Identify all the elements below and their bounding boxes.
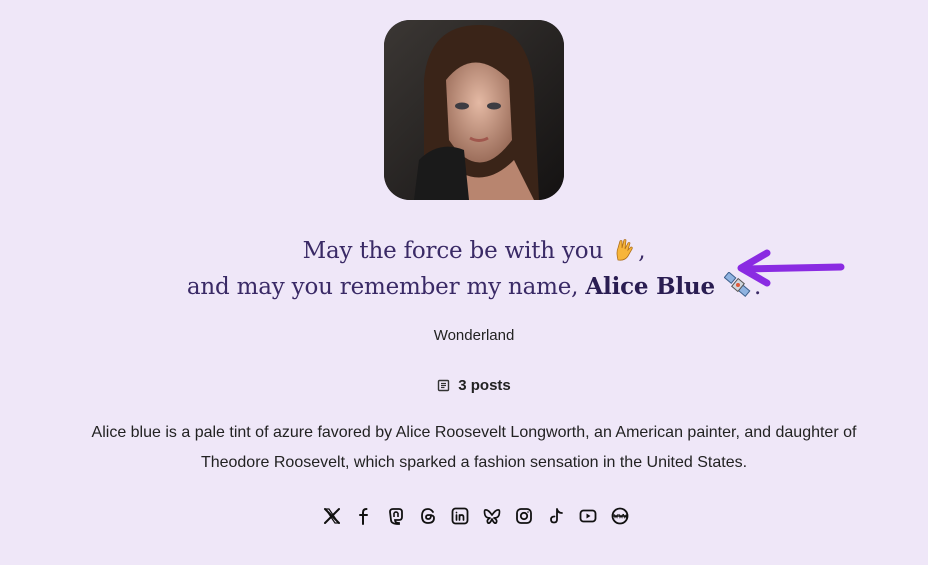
tagline-line2-prefix: and may you remember my name, — [186, 274, 579, 300]
linkedin-icon — [451, 507, 469, 525]
x-link[interactable] — [322, 506, 342, 526]
vulcan-salute-icon — [616, 239, 633, 261]
profile-location: Wonderland — [433, 327, 515, 344]
bluesky-icon — [483, 509, 501, 525]
document-icon — [438, 379, 450, 392]
linkedin-link[interactable] — [450, 506, 470, 526]
website-icon — [611, 507, 629, 525]
youtube-link[interactable] — [578, 506, 598, 526]
bluesky-link[interactable] — [482, 506, 502, 526]
profile-name: Alice Blue — [585, 273, 715, 300]
instagram-link[interactable] — [514, 506, 534, 526]
social-links — [0, 506, 928, 526]
x-icon — [324, 508, 340, 524]
facebook-icon — [359, 508, 368, 525]
profile-bio: Alice blue is a pale tint of azure favor… — [40, 418, 908, 478]
instagram-icon — [516, 508, 532, 524]
mastodon-link[interactable] — [386, 506, 406, 526]
bio-line-1: Alice blue is a pale tint of azure favor… — [91, 424, 857, 441]
mastodon-icon — [389, 508, 403, 525]
posts-count-label: 3 posts — [458, 377, 511, 394]
pointer-arrow-icon — [737, 249, 845, 287]
avatar-photo — [384, 20, 564, 200]
threads-link[interactable] — [418, 506, 438, 526]
tagline-line1-end: , — [638, 238, 646, 264]
tagline-line1-text: May the force be with you — [302, 238, 604, 264]
bio-line-2: Theodore Roosevelt, which sparked a fash… — [200, 454, 748, 471]
tiktok-link[interactable] — [546, 506, 566, 526]
facebook-link[interactable] — [354, 506, 374, 526]
threads-icon — [421, 508, 435, 524]
posts-count[interactable]: 3 posts — [0, 377, 928, 394]
profile-avatar — [384, 20, 564, 200]
tiktok-icon — [550, 508, 563, 524]
website-link[interactable] — [610, 506, 630, 526]
youtube-icon — [579, 509, 597, 523]
